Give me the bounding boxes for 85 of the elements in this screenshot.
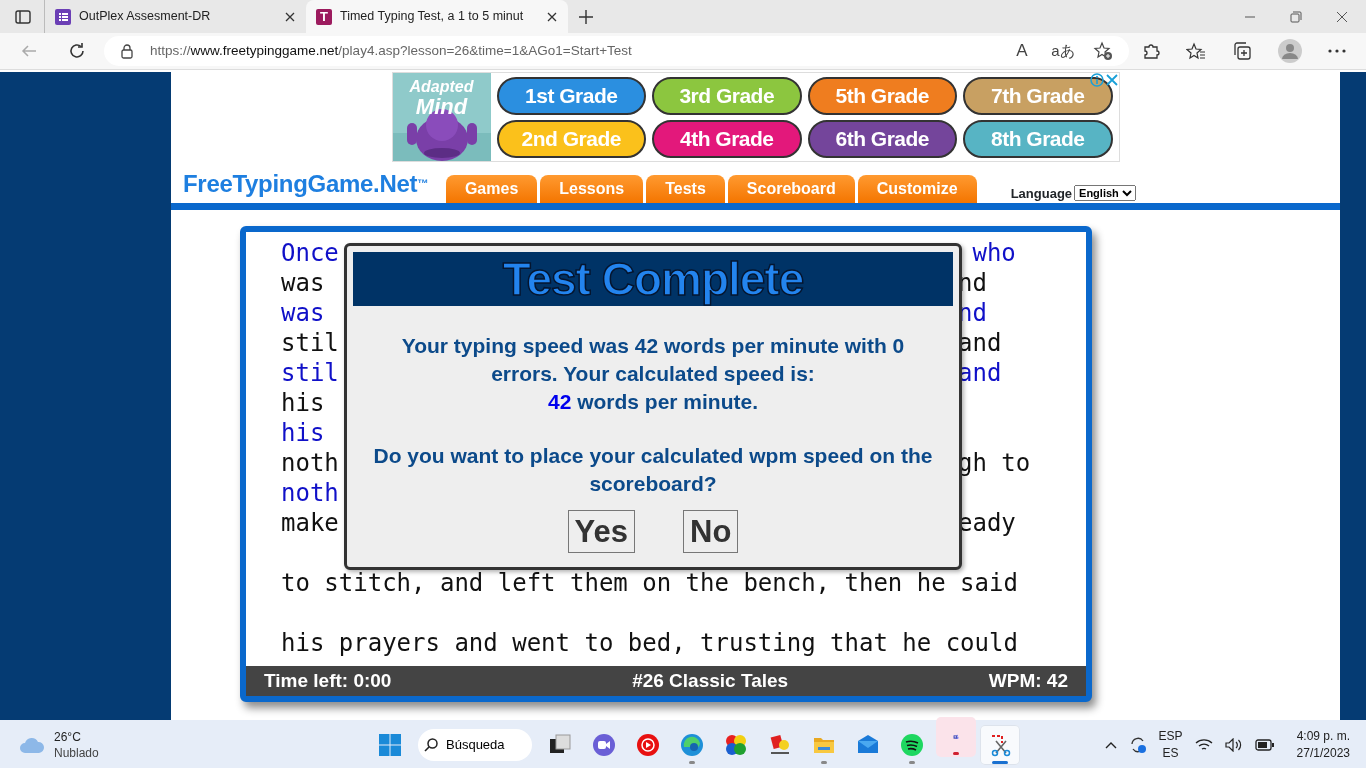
favorites-icon[interactable]	[1186, 42, 1206, 60]
typing-text: was	[281, 268, 325, 298]
nav-tab[interactable]: Lessons	[540, 175, 644, 203]
app-indicator	[992, 761, 1008, 764]
form-icon	[55, 8, 71, 25]
language-label: Language	[1010, 184, 1073, 203]
typing-text: stil	[281, 358, 339, 388]
close-icon[interactable]	[284, 10, 296, 23]
yes-button[interactable]: Yes	[567, 510, 636, 553]
grade-button[interactable]: 4th Grade	[652, 120, 802, 158]
chevron-up-icon[interactable]	[1104, 741, 1117, 749]
speed-result: 42 words per minute.	[546, 389, 760, 415]
typing-text: stil	[281, 328, 339, 358]
wpm-readout: WPM: 42	[988, 668, 1068, 693]
browser-tab[interactable]: T Timed Typing Test, a 1 to 5 minut	[306, 0, 568, 33]
lock-icon	[120, 43, 134, 59]
tab-actions-icon[interactable]	[14, 7, 32, 26]
music-icon[interactable]	[900, 733, 924, 757]
grade-button[interactable]: 5th Grade	[807, 77, 957, 115]
language-select[interactable]: English	[1074, 185, 1137, 202]
nav-tab[interactable]: Customize	[857, 175, 977, 203]
typing-text: his	[281, 418, 325, 448]
grade-button[interactable]: 1st Grade	[496, 77, 646, 115]
app-indicator	[909, 761, 915, 764]
read-aloud-icon[interactable]: A	[1011, 38, 1033, 64]
search-icon	[424, 738, 438, 752]
wifi-icon[interactable]	[1194, 738, 1213, 752]
video-call-icon[interactable]	[592, 733, 616, 757]
address-bar[interactable]: https://www.freetypinggame.net/play4.asp?lesson=26&time=1&AGo1=Start+Test A aあ	[104, 36, 1129, 66]
sync-icon[interactable]	[1128, 736, 1147, 754]
new-tab-icon[interactable]	[578, 8, 594, 25]
search-button[interactable]: Búsqueda	[418, 729, 532, 761]
browser-icon[interactable]	[680, 733, 704, 757]
app-indicator	[953, 752, 959, 755]
weather-condition: Nublado	[54, 745, 99, 761]
battery-icon[interactable]	[1254, 739, 1275, 751]
no-button[interactable]: No	[683, 510, 739, 553]
speaker-icon[interactable]	[1224, 738, 1243, 752]
time-left: Time left: 0:00	[264, 668, 392, 693]
close-icon[interactable]	[1104, 73, 1119, 87]
nav-tab[interactable]: Scoreboard	[727, 175, 855, 203]
typing-text: noth	[281, 478, 339, 508]
weather-temperature: 26°C	[54, 729, 82, 745]
restore-icon[interactable]	[1290, 10, 1302, 23]
grade-button[interactable]: 8th Grade	[963, 120, 1113, 158]
start-icon[interactable]	[379, 734, 401, 756]
tab-title: OutPlex Assesment-DR	[79, 8, 212, 26]
app-indicator	[821, 761, 827, 764]
app-indicator	[689, 761, 695, 764]
site-logo[interactable]: FreeTypingGame.Net$^{™}$	[183, 166, 428, 202]
game-icon[interactable]	[768, 733, 792, 757]
nav-tab[interactable]: Tests	[646, 175, 725, 203]
more-icon[interactable]	[1328, 48, 1346, 54]
clock[interactable]: 4:09 p. m. 27/1/2023	[1296, 728, 1350, 762]
lesson-title: #26 Classic Tales	[632, 668, 789, 693]
translate-icon[interactable]: aあ	[1051, 39, 1075, 63]
dialog-title: Test Complete	[353, 252, 953, 306]
nav-tab[interactable]: Games	[445, 175, 538, 203]
close-icon[interactable]	[546, 10, 558, 23]
input-language[interactable]: ESP ES	[1158, 728, 1183, 762]
typing-text: his prayers and went to bed, trusting that he could	[281, 628, 1018, 658]
typing-text: to stitch, and left them on the bench, then he said	[281, 568, 1018, 598]
grade-button[interactable]: 6th Grade	[807, 120, 957, 158]
close-icon[interactable]	[1336, 10, 1348, 23]
dialog-question: Do you want to place your calculated wpm speed on the scoreboard?	[372, 443, 934, 497]
typing-text: was	[281, 298, 325, 328]
typing-text: Once	[281, 238, 339, 268]
typing-text: who	[971, 239, 1016, 267]
collections-icon[interactable]	[1232, 41, 1252, 61]
info-icon[interactable]	[1089, 73, 1104, 87]
typing-text: noth	[281, 448, 339, 478]
favicon-icon: T	[316, 8, 332, 25]
url-text: https://www.freetypinggame.net/play4.asp?lesson=26&time=1&AGo1=Start+Test	[150, 41, 632, 60]
refresh-icon[interactable]	[68, 42, 86, 60]
play-icon[interactable]	[636, 733, 660, 757]
typing-text: his	[281, 388, 325, 418]
grade-button[interactable]: 7th Grade	[963, 77, 1113, 115]
favorite-add-icon[interactable]	[1093, 41, 1113, 61]
colorful-circles-icon[interactable]	[724, 733, 748, 757]
dialog-message: Your typing speed was 42 words per minute with 0 errors. Your calculated speed is:	[400, 333, 906, 387]
extensions-icon[interactable]	[1142, 42, 1160, 60]
tab-title: Timed Typing Test, a 1 to 5 minut	[340, 8, 525, 26]
profile-icon[interactable]	[1278, 39, 1302, 63]
typing-text: make	[281, 508, 339, 538]
ad-logo: Adapted Mind	[408, 77, 475, 117]
